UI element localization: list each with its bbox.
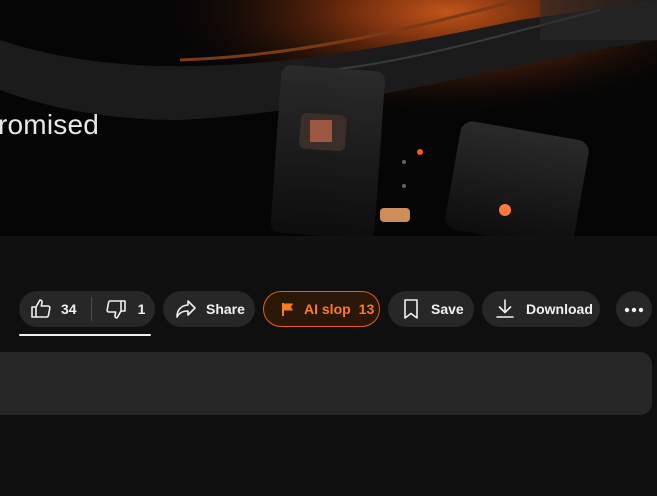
share-label: Share — [206, 301, 245, 317]
dislike-count: 1 — [137, 301, 146, 317]
download-icon — [493, 297, 517, 321]
video-bottom-edge — [0, 236, 657, 241]
flag-count: 13 — [358, 301, 375, 317]
like-active-underline — [19, 334, 151, 336]
like-dislike-group: 34 1 — [19, 291, 155, 327]
flag-icon — [280, 301, 296, 317]
save-label: Save — [431, 301, 464, 317]
more-actions-button[interactable] — [616, 291, 652, 327]
flag-label: AI slop — [304, 301, 351, 317]
like-count: 34 — [61, 301, 77, 317]
dislike-button[interactable]: 1 — [92, 291, 146, 327]
ai-slop-flag-button[interactable]: AI slop 13 — [263, 291, 380, 327]
thumbs-down-icon — [104, 297, 128, 321]
video-player[interactable]: romised — [0, 0, 657, 236]
save-button[interactable]: Save — [388, 291, 474, 327]
description-box[interactable] — [0, 352, 652, 415]
video-caption: romised — [0, 109, 99, 140]
bookmark-icon — [399, 297, 423, 321]
download-button[interactable]: Download — [482, 291, 600, 327]
more-horizontal-icon — [624, 300, 644, 318]
thumbs-up-icon — [29, 297, 53, 321]
download-label: Download — [526, 301, 593, 317]
share-button[interactable]: Share — [163, 291, 255, 327]
like-button[interactable]: 34 — [19, 291, 77, 327]
share-arrow-icon — [174, 297, 198, 321]
